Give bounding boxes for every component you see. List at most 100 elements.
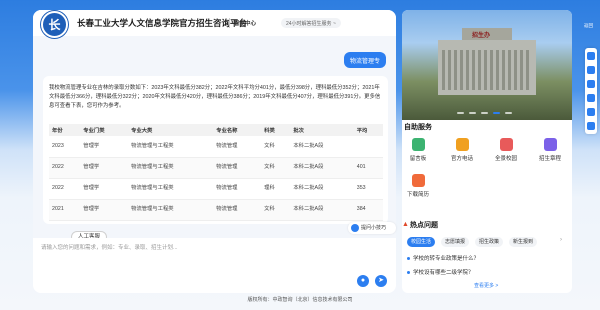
tips-label: 提问小技巧 (361, 225, 387, 231)
campus-icon (499, 138, 513, 151)
cell-category: 管理学 (80, 157, 129, 179)
cell-subject: 文科 (261, 157, 291, 179)
hot-tabs: 校园生活 志愿填报 招生政策 新生报到 (407, 237, 538, 247)
side-top-icon[interactable] (587, 122, 595, 130)
hot-question-text: 学校设有哪些二级学院？ (413, 270, 474, 276)
table-row: 2021 管理学 物流管理与工程类 物流管理 文科 本科二批A段 384 (49, 199, 383, 221)
header-divider (229, 18, 230, 28)
send-button[interactable]: ➤ (375, 275, 387, 287)
tab-campus-life[interactable]: 校园生活 (407, 237, 436, 247)
cell-subject: 文科 (261, 199, 291, 221)
phone-icon (455, 138, 469, 151)
tab-policy[interactable]: 招生政策 (475, 237, 504, 247)
service-label: 下载简历 (406, 192, 429, 198)
hot-question-item[interactable]: 学校设有哪些二级学院？ (407, 268, 474, 276)
col-year: 年份 (49, 124, 81, 136)
logo-text: 长 (48, 18, 61, 32)
side-message-icon[interactable] (587, 80, 595, 88)
chat-input[interactable]: 请输入您的问题和需求，例如：专业、录取、招生计划... (41, 243, 178, 251)
service-download[interactable]: 下载简历 (402, 174, 438, 198)
cell-major-class: 物流管理与工程类 (128, 136, 214, 158)
banner-dots (457, 112, 512, 114)
fire-icon: ▲ (402, 221, 409, 228)
cell-batch: 本科二批A段 (290, 136, 354, 158)
col-subject: 科类 (261, 124, 291, 136)
side-share-icon[interactable] (587, 108, 595, 116)
cell-average: 401 (353, 157, 383, 179)
cell-average: 384 (353, 199, 383, 221)
banner-dot-active[interactable] (493, 112, 500, 114)
col-average: 平均 (353, 124, 383, 136)
service-document[interactable]: 招生章程 (530, 138, 570, 162)
cell-major-name: 物流管理 (213, 178, 262, 200)
side-toolbar (585, 48, 597, 134)
tab-application[interactable]: 志愿填报 (441, 237, 470, 247)
cell-major-class: 物流管理与工程类 (128, 157, 214, 179)
cell-major-class: 物流管理与工程类 (128, 178, 214, 200)
message-board-icon (411, 138, 425, 151)
building-windows (442, 50, 532, 90)
cell-year: 2022 (49, 178, 81, 200)
hot-question-item[interactable]: 学校的转专业政策是什么？ (407, 254, 479, 262)
service-phone[interactable]: 官方电话 (442, 138, 482, 162)
hot-question-text: 学校的转专业政策是什么？ (413, 256, 480, 262)
score-table: 年份 专业门类 专业大类 专业名称 科类 批次 平均 2023 管理学 物流管理… (49, 124, 383, 221)
service-label: 招生章程 (538, 156, 561, 162)
emoji-button[interactable]: ● (357, 275, 369, 287)
cell-category: 管理学 (80, 136, 129, 158)
cell-year: 2023 (49, 136, 81, 158)
chat-header: 长 长春工业大学人文信息学院官方招生咨询平台 智能中心 24小时解答招生服务 ~ (33, 10, 396, 38)
tips-button[interactable]: 提问小技巧 (348, 222, 396, 234)
col-major-name: 专业名称 (213, 124, 262, 136)
chat-input-area[interactable]: 请输入您的问题和需求，例如：专业、录取、招生计划... (33, 238, 396, 293)
bullet-icon (407, 271, 410, 275)
cell-year: 2021 (49, 199, 81, 221)
cell-batch: 本科二批A段 (290, 157, 354, 179)
cell-batch: 本科二批A段 (290, 178, 354, 200)
banner-dot[interactable] (505, 112, 512, 114)
cell-category: 管理学 (80, 199, 129, 221)
page-title: 长春工业大学人文信息学院官方招生咨询平台 (77, 18, 248, 28)
cell-major-name: 物流管理 (213, 136, 262, 158)
service-label: 全景校园 (494, 156, 517, 162)
answer-card: 我校物流管理专业在吉林的录取分数如下：2023年文科最低分382分；2022年文… (43, 76, 388, 224)
side-chat-icon[interactable] (587, 52, 595, 60)
cell-subject: 文科 (261, 136, 291, 158)
document-icon (543, 138, 557, 151)
service-message-board[interactable]: 留言板 (402, 138, 438, 162)
more-link[interactable]: 查看更多 > (474, 282, 498, 289)
cell-subject: 理科 (261, 178, 291, 200)
col-category: 专业门类 (80, 124, 129, 136)
cell-category: 管理学 (80, 178, 129, 200)
cell-major-name: 物流管理 (213, 199, 262, 221)
side-phone-icon[interactable] (587, 66, 595, 74)
user-message-bubble: 物流管理专 (343, 52, 386, 68)
tabs-next-icon[interactable]: › (560, 237, 562, 243)
building-sign: 招生办 (472, 33, 491, 39)
col-batch: 批次 (290, 124, 354, 136)
service-label: 留言板 (409, 156, 427, 162)
header-subtitle: 24小时解答招生服务 ~ (281, 18, 341, 28)
tips-icon (351, 224, 359, 232)
banner-dot[interactable] (457, 112, 464, 114)
service-label: 官方电话 (450, 156, 473, 162)
cell-batch: 本科二批A段 (290, 199, 354, 221)
send-icon: ➤ (378, 277, 384, 284)
banner-dot[interactable] (481, 112, 488, 114)
campus-banner[interactable]: 招生办 (402, 10, 572, 120)
right-panel: 招生办 自助服务 留言板 官方电话 全景校园 招生章程 下载简历 ▲ 热点问题 … (402, 10, 572, 293)
banner-dot[interactable] (469, 112, 476, 114)
service-campus[interactable]: 全景校园 (486, 138, 526, 162)
cell-major-class: 物流管理与工程类 (128, 199, 214, 221)
table-row: 2022 管理学 物流管理与工程类 物流管理 文科 本科二批A段 401 (49, 157, 383, 179)
services-title: 自助服务 (404, 124, 432, 131)
tab-registration[interactable]: 新生报到 (509, 237, 538, 247)
side-top-label[interactable]: 返回 (584, 23, 593, 29)
cell-major-name: 物流管理 (213, 157, 262, 179)
table-row: 2023 管理学 物流管理与工程类 物流管理 文科 本科二批A段 (49, 136, 383, 158)
table-header-row: 年份 专业门类 专业大类 专业名称 科类 批次 平均 (49, 124, 383, 136)
download-icon (411, 174, 425, 187)
col-major-class: 专业大类 (128, 124, 214, 136)
side-qrcode-icon[interactable] (587, 94, 595, 102)
table-row: 2022 管理学 物流管理与工程类 物流管理 理科 本科二批A段 353 (49, 178, 383, 200)
